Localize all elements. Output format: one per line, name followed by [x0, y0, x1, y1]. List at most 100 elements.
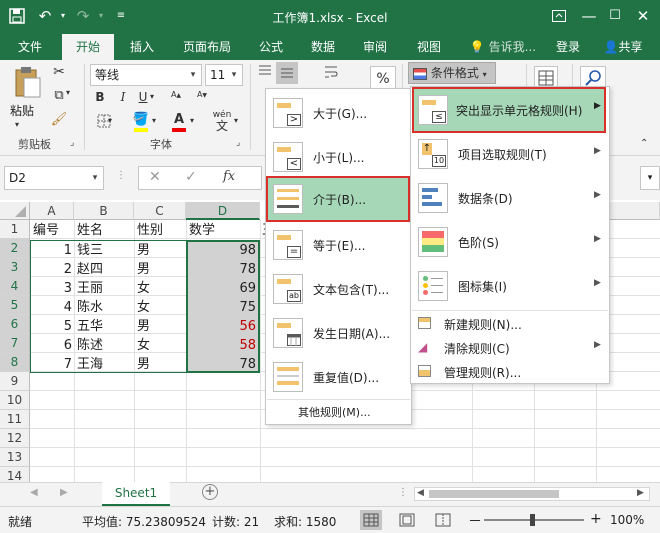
cell-sex[interactable]: 女	[137, 298, 150, 317]
menu-item-greater-than[interactable]: > 大于(G)...	[267, 93, 410, 133]
tab-page-layout[interactable]: 页面布局	[172, 34, 242, 60]
cell-math[interactable]: 75	[186, 298, 256, 317]
ribbon-display-icon[interactable]	[548, 6, 570, 26]
select-all-corner[interactable]	[0, 202, 30, 220]
row-header[interactable]: 1	[0, 220, 30, 239]
zoom-out-button[interactable]: －	[468, 511, 482, 531]
phonetic-icon[interactable]: wén 文	[210, 110, 234, 132]
align-middle-icon[interactable]	[276, 62, 298, 84]
tab-data[interactable]: 数据	[302, 34, 344, 60]
row-header[interactable]: 7	[0, 334, 30, 353]
row-header[interactable]: 11	[0, 410, 30, 429]
zoom-level[interactable]: 100%	[610, 513, 644, 527]
cell-id[interactable]: 7	[30, 355, 72, 374]
cell-a1[interactable]: 编号	[33, 221, 59, 240]
conditional-format-button[interactable]: 条件格式 ▾	[408, 62, 496, 84]
horizontal-scrollbar[interactable]: ◀ ▶	[414, 487, 650, 501]
maximize-icon[interactable]: ☐	[604, 6, 626, 26]
add-sheet-icon[interactable]: +	[202, 484, 218, 500]
cell-name[interactable]: 钱三	[77, 241, 103, 260]
cell-name[interactable]: 赵四	[77, 260, 103, 279]
cut-icon[interactable]: ✂	[50, 64, 68, 80]
sheet-tab-sheet1[interactable]: Sheet1	[102, 482, 170, 506]
collapse-ribbon-icon[interactable]: ⌃	[640, 138, 648, 149]
previous-sheet-icon[interactable]: ◀	[30, 487, 38, 498]
font-name-combo[interactable]: 等线 ▾	[90, 64, 202, 86]
menu-item-text-contains[interactable]: ab 文本包含(T)...	[267, 269, 410, 309]
close-icon[interactable]: ✕	[632, 6, 654, 26]
row-header[interactable]: 2	[0, 239, 30, 258]
row-header[interactable]: 3	[0, 258, 30, 277]
zoom-slider[interactable]	[484, 514, 584, 526]
underline-button[interactable]: U	[136, 90, 150, 104]
login-link[interactable]: 登录	[548, 34, 588, 60]
menu-item-more-rules[interactable]: 其他规则(M)...	[298, 404, 371, 420]
row-header[interactable]: 6	[0, 315, 30, 334]
menu-item-color-scales[interactable]: 色阶(S) ▶	[412, 222, 608, 262]
menu-item-icon-sets[interactable]: 图标集(I) ▶	[412, 266, 608, 306]
cell-math[interactable]: 78	[186, 260, 256, 279]
cell-math[interactable]: 69	[186, 279, 256, 298]
zoom-slider-thumb[interactable]	[530, 514, 535, 526]
tab-home[interactable]: 开始	[62, 34, 114, 60]
font-color-icon[interactable]: A	[170, 112, 188, 134]
cell-math[interactable]: 58	[186, 336, 256, 355]
row-header[interactable]: 8	[0, 353, 30, 372]
cell-sex[interactable]: 男	[137, 317, 150, 336]
cell-sex[interactable]: 女	[137, 279, 150, 298]
font-launcher-icon[interactable]: ⌟	[236, 138, 240, 148]
cell-id[interactable]: 4	[30, 298, 72, 317]
cell-id[interactable]: 6	[30, 336, 72, 355]
next-sheet-icon[interactable]: ▶	[60, 487, 68, 498]
enter-icon[interactable]: ✓	[185, 169, 197, 185]
scroll-left-icon[interactable]: ◀	[417, 488, 424, 498]
paste-label[interactable]: 粘贴	[10, 102, 34, 119]
cancel-icon[interactable]: ✕	[149, 169, 161, 185]
row-header[interactable]: 10	[0, 391, 30, 410]
insert-function-icon[interactable]: fx	[223, 169, 235, 184]
menu-item-manage-rules[interactable]: 管理规则(R)...	[412, 362, 608, 382]
cell-id[interactable]: 5	[30, 317, 72, 336]
menu-item-between[interactable]: 介于(B)...	[266, 176, 410, 222]
page-layout-view-icon[interactable]	[396, 510, 418, 530]
normal-view-icon[interactable]	[360, 510, 382, 530]
tab-view[interactable]: 视图	[408, 34, 450, 60]
name-box[interactable]: D2 ▾	[4, 166, 104, 190]
menu-item-equal-to[interactable]: = 等于(E)...	[267, 225, 410, 265]
cell-sex[interactable]: 男	[137, 241, 150, 260]
tab-formulas[interactable]: 公式	[250, 34, 292, 60]
cell-id[interactable]: 1	[30, 241, 72, 260]
font-size-combo[interactable]: 11 ▾	[205, 64, 243, 86]
cell-name[interactable]: 陈水	[77, 298, 103, 317]
column-header-a[interactable]: A	[30, 202, 74, 220]
cell-math[interactable]: 78	[186, 355, 256, 374]
paste-dropdown-icon[interactable]: ▾	[15, 120, 19, 129]
font-grow-icon[interactable]: A▲	[168, 90, 184, 99]
border-dropdown-icon[interactable]: ▾	[108, 116, 112, 125]
share-button[interactable]: 👤共享	[590, 34, 656, 60]
fill-color-icon[interactable]: 🪣	[132, 112, 150, 134]
cell-name[interactable]: 陈述	[77, 336, 103, 355]
scroll-right-icon[interactable]: ▶	[637, 488, 644, 498]
row-header[interactable]: 12	[0, 429, 30, 448]
menu-item-less-than[interactable]: < 小于(L)...	[267, 137, 410, 177]
cell-math[interactable]: 56	[186, 317, 256, 336]
align-top-icon[interactable]	[256, 64, 274, 82]
cell-sex[interactable]: 男	[137, 260, 150, 279]
clipboard-launcher-icon[interactable]: ⌟	[70, 138, 74, 148]
cell-math[interactable]: 98	[186, 241, 256, 260]
row-header[interactable]: 4	[0, 277, 30, 296]
page-break-view-icon[interactable]	[432, 510, 454, 530]
font-shrink-icon[interactable]: A▼	[194, 90, 210, 99]
column-header-d[interactable]: D	[186, 202, 260, 220]
cell-name[interactable]: 王海	[77, 355, 103, 374]
format-painter-icon[interactable]: 🖌	[50, 112, 68, 127]
menu-item-new-rule[interactable]: 新建规则(N)...	[412, 314, 608, 334]
row-header[interactable]: 5	[0, 296, 30, 315]
cell-name[interactable]: 王丽	[77, 279, 103, 298]
cell-sex[interactable]: 男	[137, 355, 150, 374]
column-header-b[interactable]: B	[74, 202, 134, 220]
row-header[interactable]: 13	[0, 448, 30, 467]
menu-item-duplicate-values[interactable]: 重复值(D)...	[267, 357, 410, 397]
cell-id[interactable]: 3	[30, 279, 72, 298]
